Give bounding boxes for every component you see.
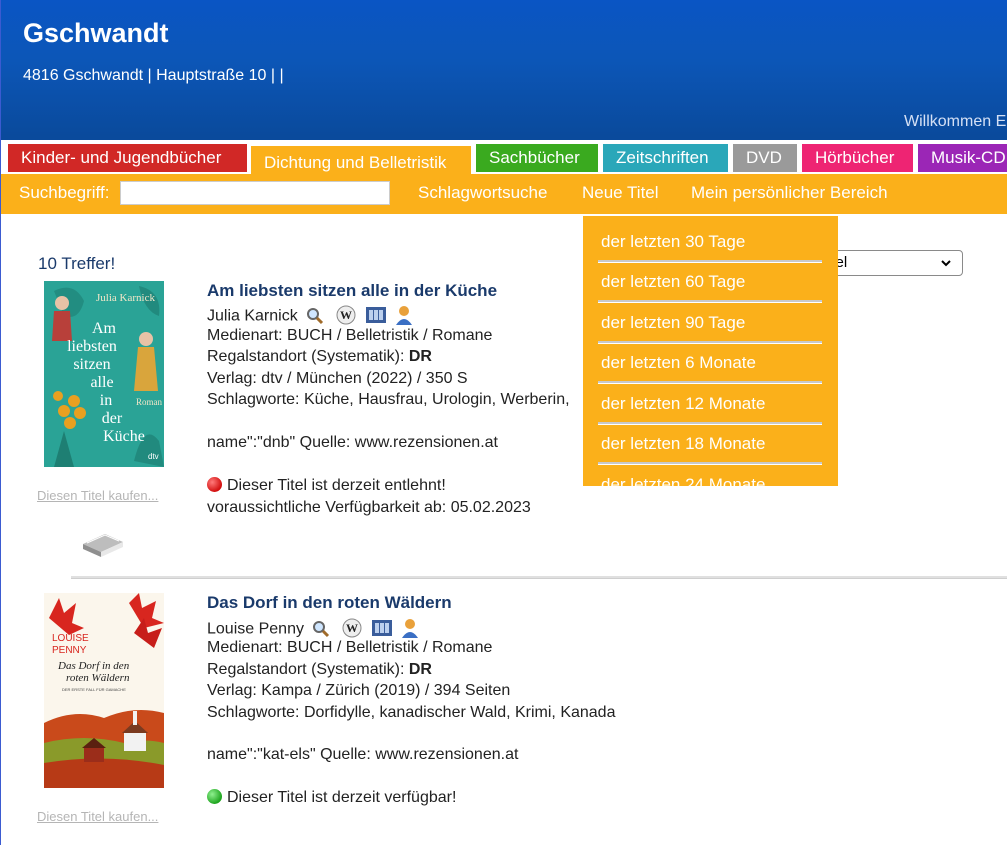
- svg-text:W: W: [346, 621, 358, 635]
- author-icon[interactable]: [395, 305, 413, 325]
- tab-musik-cd[interactable]: Musik-CD: [918, 144, 1007, 172]
- result-shelf: Regalstandort (Systematik): DR: [207, 348, 432, 366]
- welcome-text: Willkommen E: [904, 113, 1007, 130]
- library-title: Gschwandt: [23, 18, 169, 48]
- category-tabs: Kinder- und Jugendbücher Dichtung und Be…: [1, 136, 1007, 180]
- nav-persoenlicher-bereich[interactable]: Mein persönlicher Bereich: [691, 183, 888, 203]
- cover-title-line: sitzen: [73, 356, 110, 373]
- result-count: 10 Treffer!: [38, 254, 116, 273]
- search-label: Suchbegriff:: [19, 183, 110, 202]
- cover-subtitle: DER ERSTE FALL FÜR GAMACHE: [62, 687, 126, 692]
- result-media-type: Medienart: BUCH / Belletristik / Romane: [207, 639, 493, 656]
- book-cover[interactable]: Julia Karnick Am liebsten sitzen alle in…: [44, 281, 164, 467]
- cover-publisher: dtv: [148, 452, 159, 461]
- status-unavailable-icon: [207, 477, 222, 492]
- svg-text:W: W: [340, 308, 352, 322]
- search-icon[interactable]: [312, 620, 330, 638]
- dropdown-item-label: der letzten 6 Monate: [601, 353, 756, 372]
- result-status-text: Dieser Titel ist derzeit entlehnt!: [227, 477, 446, 494]
- result-shelf-value: DR: [408, 348, 432, 365]
- dropdown-item-18-monate[interactable]: der letzten 18 Monate: [583, 418, 838, 465]
- dropdown-item-90-tage[interactable]: der letzten 90 Tage: [583, 297, 838, 344]
- result-divider: [71, 576, 1007, 579]
- cover-title-line: Küche: [103, 428, 145, 445]
- result-shelf-label: Regalstandort (Systematik):: [207, 348, 409, 365]
- result-publisher: Verlag: dtv / München (2022) / 350 S: [207, 370, 468, 387]
- cover-genre: Roman: [136, 397, 162, 407]
- nav-neue-titel[interactable]: Neue Titel: [582, 183, 659, 203]
- result-shelf-value: DR: [408, 661, 432, 678]
- result-shelf-label: Regalstandort (Systematik):: [207, 661, 409, 678]
- new-titles-dropdown: der letzten 30 Tage der letzten 60 Tage …: [583, 216, 838, 486]
- chevron-down-icon: [940, 251, 952, 283]
- cover-title-line: liebsten: [67, 338, 117, 355]
- dropdown-item-60-tage[interactable]: der letzten 60 Tage: [583, 256, 838, 303]
- result-title[interactable]: Das Dorf in den roten Wäldern: [207, 593, 452, 613]
- status-available-icon: [207, 789, 222, 804]
- cover-author: LOUISE: [52, 633, 89, 644]
- dropdown-item-label: der letzten 24 Monate: [601, 475, 766, 486]
- result-status: Dieser Titel ist derzeit entlehnt!: [207, 477, 446, 495]
- result-author-line: Louise Penny W: [207, 618, 426, 641]
- result-keywords: Schlagworte: Dorfidylle, kanadischer Wal…: [207, 704, 616, 721]
- dropdown-item-label: der letzten 30 Tage: [601, 232, 746, 251]
- cover-title-line: Das Dorf in den: [57, 660, 130, 672]
- result-source: name":"kat-els" Quelle: www.rezensionen.…: [207, 746, 519, 763]
- tab-sachbuecher[interactable]: Sachbücher: [476, 144, 598, 172]
- wikipedia-icon[interactable]: W: [342, 618, 362, 638]
- result-status-text: Dieser Titel ist derzeit verfügbar!: [227, 789, 457, 806]
- tab-zeitschriften[interactable]: Zeitschriften: [603, 144, 728, 172]
- cover-title-line: der: [102, 410, 123, 427]
- book-cover[interactable]: LOUISE PENNY Das Dorf in den roten Wälde…: [44, 593, 164, 788]
- dropdown-item-30-tage[interactable]: der letzten 30 Tage: [583, 216, 838, 263]
- cover-author: PENNY: [52, 645, 87, 656]
- dropdown-item-label: der letzten 90 Tage: [601, 313, 746, 332]
- result-source: name":"dnb" Quelle: www.rezensionen.at: [207, 434, 498, 451]
- result-author-line: Julia Karnick W: [207, 305, 420, 328]
- search-input[interactable]: [120, 181, 390, 205]
- cover-title-line: in: [100, 392, 112, 409]
- wikipedia-icon[interactable]: W: [336, 305, 356, 325]
- cover-title-line: alle: [90, 374, 113, 391]
- film-icon[interactable]: [371, 618, 393, 636]
- dropdown-item-24-monate[interactable]: der letzten 24 Monate: [583, 459, 838, 486]
- tab-dvd[interactable]: DVD: [733, 144, 797, 172]
- cover-title-line: Am: [92, 320, 117, 337]
- search-icon[interactable]: [306, 307, 324, 325]
- result-author[interactable]: Louise Penny: [207, 621, 304, 638]
- result-shelf: Regalstandort (Systematik): DR: [207, 661, 432, 679]
- buy-link[interactable]: Diesen Titel kaufen...: [37, 809, 158, 824]
- tab-hoerbuecher[interactable]: Hörbücher: [802, 144, 913, 172]
- dropdown-item-label: der letzten 60 Tage: [601, 272, 746, 291]
- dropdown-item-label: der letzten 18 Monate: [601, 434, 766, 453]
- cover-title-line: roten Wäldern: [66, 672, 130, 684]
- result-title[interactable]: Am liebsten sitzen alle in der Küche: [207, 281, 497, 301]
- buy-link[interactable]: Diesen Titel kaufen...: [37, 488, 158, 503]
- book-icon: [81, 522, 125, 563]
- film-icon[interactable]: [365, 305, 387, 323]
- result-availability: voraussichtliche Verfügbarkeit ab: 05.02…: [207, 499, 531, 516]
- author-icon[interactable]: [401, 618, 419, 638]
- result-author[interactable]: Julia Karnick: [207, 308, 298, 325]
- site-header: Gschwandt 4816 Gschwandt | Hauptstraße 1…: [1, 0, 1007, 136]
- dropdown-item-label: der letzten 12 Monate: [601, 394, 766, 413]
- library-address: 4816 Gschwandt | Hauptstraße 10 | |: [23, 67, 284, 84]
- dropdown-item-12-monate[interactable]: der letzten 12 Monate: [583, 378, 838, 425]
- search-bar: Suchbegriff: Schlagwortsuche Neue Titel …: [1, 174, 1007, 214]
- nav-schlagwortsuche[interactable]: Schlagwortsuche: [418, 183, 547, 203]
- result-status: Dieser Titel ist derzeit verfügbar!: [207, 789, 456, 807]
- result-media-type: Medienart: BUCH / Belletristik / Romane: [207, 327, 493, 344]
- dropdown-item-6-monate[interactable]: der letzten 6 Monate: [583, 337, 838, 384]
- cover-author: Julia Karnick: [96, 292, 155, 304]
- result-keywords: Schlagworte: Küche, Hausfrau, Urologin, …: [207, 391, 570, 408]
- tab-kinder-jugendbuecher[interactable]: Kinder- und Jugendbücher: [8, 144, 247, 172]
- result-publisher: Verlag: Kampa / Zürich (2019) / 394 Seit…: [207, 682, 511, 699]
